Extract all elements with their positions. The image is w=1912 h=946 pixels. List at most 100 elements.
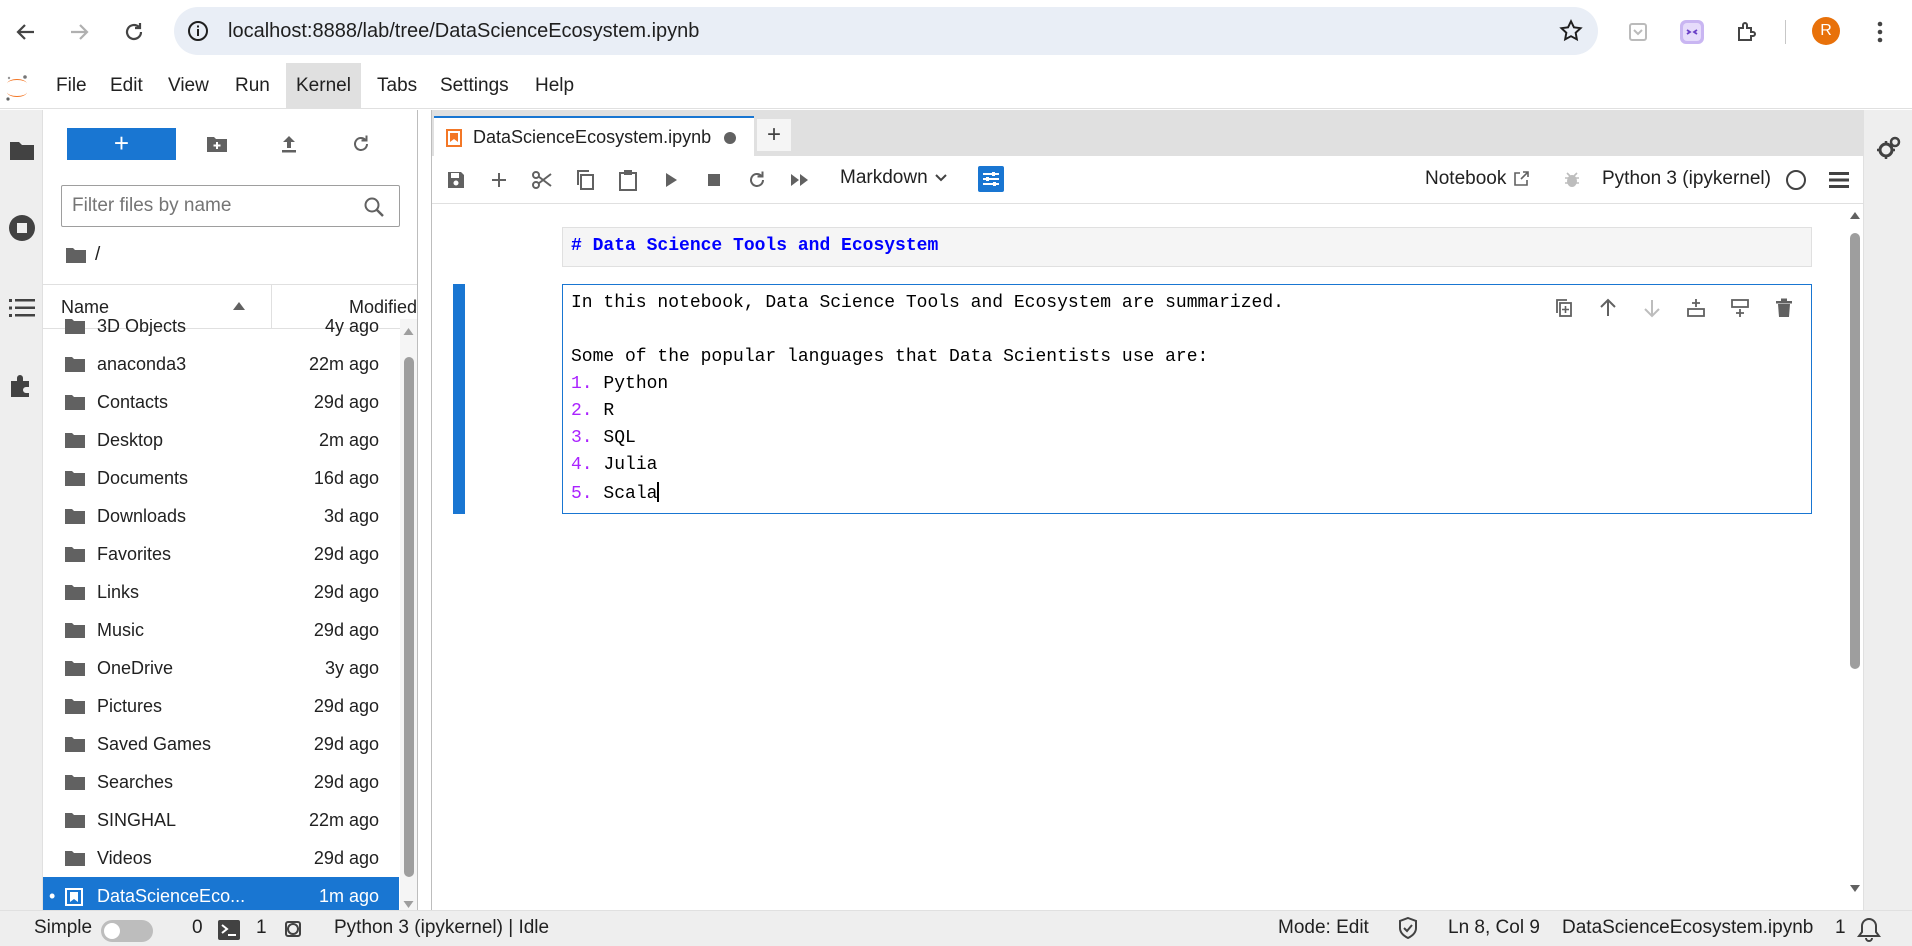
kernel-name-button[interactable]: Python 3 (ipykernel) xyxy=(1602,168,1771,190)
file-modified: 22m ago xyxy=(308,810,379,830)
list-item[interactable]: Links 29d ago xyxy=(43,573,399,611)
bookmark-star-icon[interactable] xyxy=(1558,18,1584,44)
list-item[interactable]: Documents 16d ago xyxy=(43,459,399,497)
filter-files-box[interactable] xyxy=(61,185,400,227)
cut-button[interactable] xyxy=(528,166,556,194)
run-cell-button[interactable] xyxy=(657,166,685,194)
address-bar[interactable]: localhost:8888/lab/tree/DataScienceEcosy… xyxy=(174,7,1598,55)
notification-bell-icon[interactable] xyxy=(1856,916,1882,942)
open-in-notebook-button[interactable]: Notebook xyxy=(1425,168,1530,190)
markdown-cell-heading[interactable]: # Data Science Tools and Ecosystem xyxy=(562,227,1812,267)
list-item[interactable]: Saved Games 29d ago xyxy=(43,725,399,763)
menu-edit[interactable]: Edit xyxy=(100,63,153,109)
markdown-cell-editing[interactable]: In this notebook, Data Science Tools and… xyxy=(562,284,1812,514)
insert-cell-button[interactable] xyxy=(485,166,513,194)
restart-kernel-button[interactable] xyxy=(743,166,771,194)
upload-button[interactable] xyxy=(273,128,305,160)
filter-files-input[interactable] xyxy=(72,195,352,217)
name-column-header[interactable]: Name xyxy=(61,297,109,318)
list-item[interactable]: Music 29d ago xyxy=(43,611,399,649)
simple-mode-label: Simple xyxy=(34,917,93,938)
list-item[interactable]: SINGHAL 22m ago xyxy=(43,801,399,839)
new-tab-button[interactable]: + xyxy=(757,119,791,151)
browser-toolbar: localhost:8888/lab/tree/DataScienceEcosy… xyxy=(0,0,1912,63)
menu-help[interactable]: Help xyxy=(525,63,584,109)
active-cell-collapser[interactable] xyxy=(453,284,465,514)
property-inspector-tab[interactable] xyxy=(1867,126,1910,170)
code-line[interactable]: 1. Python xyxy=(571,374,668,394)
jupyter-menubar: File Edit View Run Kernel Tabs Settings … xyxy=(0,63,1912,109)
list-item[interactable]: Downloads 3d ago xyxy=(43,497,399,535)
list-item[interactable]: OneDrive 3y ago xyxy=(43,649,399,687)
menu-tabs[interactable]: Tabs xyxy=(367,63,427,109)
breadcrumb[interactable]: / xyxy=(65,244,100,266)
insert-cell-below-button[interactable] xyxy=(1725,293,1755,323)
copy-button[interactable] xyxy=(571,166,599,194)
new-folder-button[interactable] xyxy=(201,128,233,160)
interrupt-kernel-button[interactable] xyxy=(700,166,728,194)
code-line[interactable]: 4. Julia xyxy=(571,455,657,475)
list-item[interactable]: Favorites 29d ago xyxy=(43,535,399,573)
code-line[interactable]: In this notebook, Data Science Tools and… xyxy=(571,293,1284,313)
file-list-scrollbar[interactable] xyxy=(400,319,417,915)
menu-kernel[interactable]: Kernel xyxy=(286,63,361,109)
folder-icon xyxy=(65,736,85,752)
new-launcher-button[interactable]: + xyxy=(67,128,176,160)
list-item[interactable]: Videos 29d ago xyxy=(43,839,399,877)
unsaved-changes-dot[interactable] xyxy=(724,132,736,144)
code-line[interactable]: 3. SQL xyxy=(571,428,636,448)
save-button[interactable] xyxy=(442,166,470,194)
edit-mode-text: Mode: Edit xyxy=(1278,917,1369,938)
extension-icon[interactable] xyxy=(1620,14,1656,50)
breadcrumb-root[interactable]: / xyxy=(95,244,100,266)
menu-file[interactable]: File xyxy=(46,63,97,109)
list-item[interactable]: Contacts 29d ago xyxy=(43,383,399,421)
refresh-button[interactable] xyxy=(345,128,377,160)
list-item[interactable]: Searches 29d ago xyxy=(43,763,399,801)
cell-source[interactable]: # Data Science Tools and Ecosystem xyxy=(571,236,938,256)
running-sessions-tab[interactable] xyxy=(0,206,43,250)
extension-manager-tab[interactable] xyxy=(0,364,43,408)
duplicate-cell-button[interactable] xyxy=(1549,293,1579,323)
kernel-status-text[interactable]: Python 3 (ipykernel) | Idle xyxy=(334,917,549,939)
code-line[interactable]: 2. R xyxy=(571,401,614,421)
insert-below-icon xyxy=(1731,299,1749,317)
code-line[interactable]: 5. Scala xyxy=(571,482,660,504)
scrollbar-thumb[interactable] xyxy=(404,357,414,877)
delete-cell-button[interactable] xyxy=(1769,293,1799,323)
extension-app-icon[interactable] xyxy=(1674,14,1710,50)
menu-settings[interactable]: Settings xyxy=(430,63,519,109)
toolbar-menu-icon[interactable] xyxy=(1825,166,1853,194)
list-item[interactable]: Desktop 2m ago xyxy=(43,421,399,459)
browser-menu-icon[interactable] xyxy=(1862,14,1898,50)
insert-cell-above-button[interactable] xyxy=(1681,293,1711,323)
code-line[interactable]: Some of the popular languages that Data … xyxy=(571,347,1208,367)
restart-run-all-button[interactable] xyxy=(786,166,814,194)
reload-button[interactable] xyxy=(116,14,152,50)
notebook-scrollbar[interactable] xyxy=(1846,205,1864,895)
paste-button[interactable] xyxy=(614,166,642,194)
kernels-count[interactable]: 1 xyxy=(256,917,267,939)
cell-type-select[interactable]: Markdown xyxy=(840,167,948,189)
table-of-contents-tab[interactable] xyxy=(0,286,43,330)
terminals-count[interactable]: 0 xyxy=(192,917,203,939)
extensions-puzzle-icon[interactable] xyxy=(1729,14,1765,50)
simple-mode-toggle[interactable] xyxy=(101,920,153,942)
list-item[interactable]: anaconda3 22m ago xyxy=(43,345,399,383)
property-inspector-button[interactable] xyxy=(978,166,1004,192)
menu-view[interactable]: View xyxy=(158,63,219,109)
move-cell-down-button[interactable] xyxy=(1637,293,1667,323)
menu-run[interactable]: Run xyxy=(225,63,280,109)
debugger-icon[interactable] xyxy=(1558,166,1586,194)
cursor-position[interactable]: Ln 8, Col 9 xyxy=(1448,917,1540,939)
list-item[interactable]: Pictures 29d ago xyxy=(43,687,399,725)
move-cell-up-button[interactable] xyxy=(1593,293,1623,323)
tab-notebook[interactable]: DataScienceEcosystem.ipynb xyxy=(434,116,754,156)
profile-avatar[interactable]: R xyxy=(1812,17,1840,45)
scrollbar-thumb[interactable] xyxy=(1850,233,1860,669)
site-info-icon[interactable] xyxy=(186,19,210,43)
forward-button[interactable] xyxy=(61,14,97,50)
list-item[interactable]: 3D Objects 4y ago xyxy=(43,319,399,345)
back-button[interactable] xyxy=(8,14,44,50)
file-browser-tab[interactable] xyxy=(0,128,43,172)
